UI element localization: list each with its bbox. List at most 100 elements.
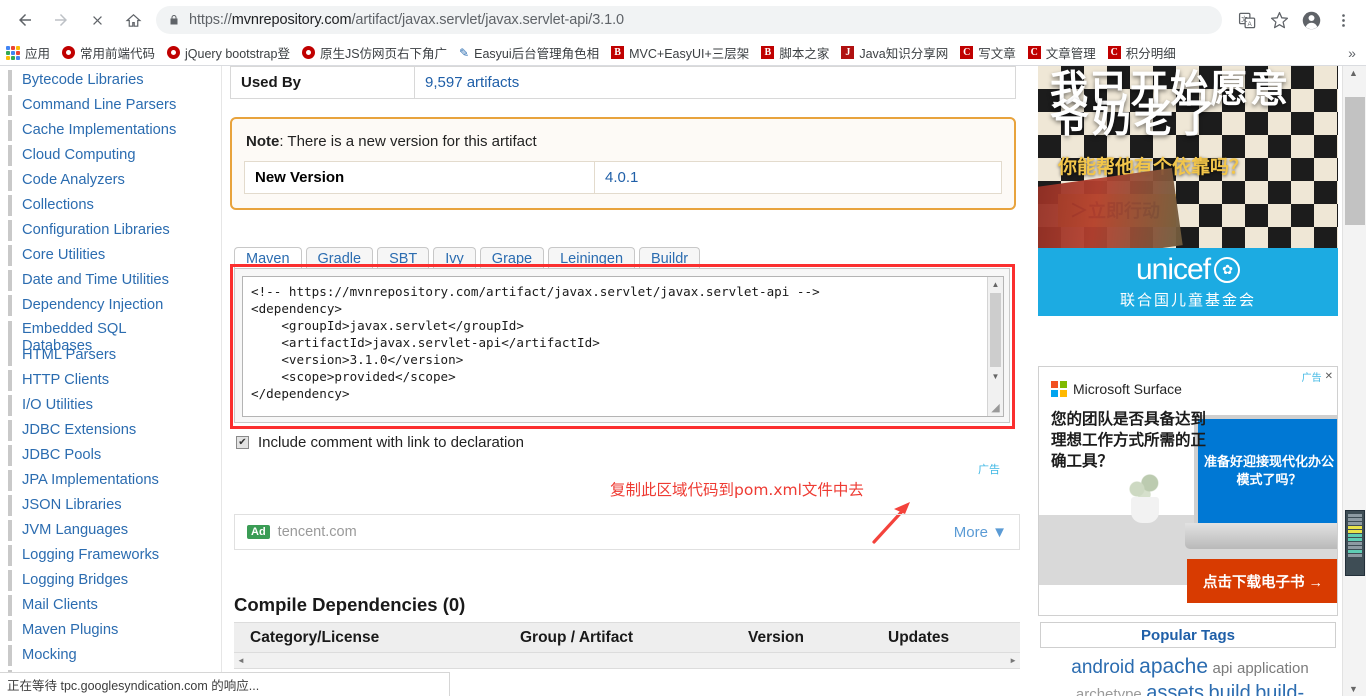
tag-android[interactable]: android: [1071, 657, 1134, 678]
bookmark-jquery-bootstrap[interactable]: jQuery bootstrap登: [161, 42, 296, 64]
back-button[interactable]: [10, 5, 40, 35]
tag-build-dash[interactable]: build-: [1255, 682, 1304, 696]
tag-assets[interactable]: assets: [1146, 682, 1204, 696]
tag-api[interactable]: api: [1213, 660, 1233, 677]
sidebar-item-label[interactable]: Core Utilities: [22, 247, 105, 264]
dependency-code-text[interactable]: <!-- https://mvnrepository.com/artifact/…: [243, 277, 1003, 408]
sidebar-item-maven-plugins[interactable]: Maven Plugins: [0, 618, 221, 643]
sidebar-item-jvm-languages[interactable]: JVM Languages: [0, 518, 221, 543]
sidebar-item-label[interactable]: Dependency Injection: [22, 297, 163, 314]
stop-button[interactable]: [82, 5, 112, 35]
sidebar-item-label[interactable]: Cache Implementations: [22, 122, 176, 139]
bookmarks-overflow-button[interactable]: »: [1342, 43, 1362, 63]
sidebar-item-command-line-parsers[interactable]: Command Line Parsers: [0, 93, 221, 118]
scroll-up-arrow-icon[interactable]: ▲: [1349, 68, 1358, 78]
sidebar-item-label[interactable]: I/O Utilities: [22, 397, 93, 414]
tag-application[interactable]: application: [1237, 660, 1309, 677]
google-ad-strip[interactable]: Ad tencent.com More ▼: [234, 514, 1020, 550]
sidebar-item-label[interactable]: Mail Clients: [22, 597, 98, 614]
bookmark-easyui[interactable]: ✎ Easyui后台管理角色相: [453, 42, 605, 64]
sidebar-item-embedded-sql-databases[interactable]: Embedded SQL Databases: [0, 318, 221, 354]
sidebar-item-html-parsers[interactable]: HTML Parsers: [0, 343, 221, 368]
sidebar-item-mocking[interactable]: Mocking: [0, 643, 221, 668]
scroll-down-arrow-icon[interactable]: ▼: [988, 369, 1003, 384]
bookmark-star-icon[interactable]: [1264, 5, 1294, 35]
include-comment-checkbox[interactable]: ✔: [236, 436, 249, 449]
translate-icon[interactable]: 文A: [1232, 5, 1262, 35]
sidebar-item-cloud-computing[interactable]: Cloud Computing: [0, 143, 221, 168]
hscroll-right-arrow-icon[interactable]: ►: [1009, 656, 1017, 665]
unicef-cta-button[interactable]: ＞立即行动: [1058, 194, 1176, 227]
profile-avatar[interactable]: [1296, 5, 1326, 35]
sidebar-item-jpa-implementations[interactable]: JPA Implementations: [0, 468, 221, 493]
bookmark-native-js[interactable]: 原生JS仿网页右下角广: [296, 42, 453, 64]
sidebar-item-logging-bridges[interactable]: Logging Bridges: [0, 568, 221, 593]
sidebar-item-label[interactable]: Maven Plugins: [22, 622, 118, 639]
resize-grip-icon[interactable]: ◢: [989, 402, 1002, 415]
microsoft-surface-ad[interactable]: 广告 ✕ Microsoft Surface 您的团队是否具备达到理想工作方式所…: [1038, 366, 1338, 616]
category-sidebar[interactable]: Bytecode Libraries Command Line Parsers …: [0, 66, 222, 696]
sidebar-item-label[interactable]: Logging Frameworks: [22, 547, 159, 564]
sidebar-item-configuration-libraries[interactable]: Configuration Libraries: [0, 218, 221, 243]
used-by-link[interactable]: 9,597 artifacts: [425, 74, 519, 91]
sidebar-item-date-and-time-utilities[interactable]: Date and Time Utilities: [0, 268, 221, 293]
sidebar-item-jdbc-pools[interactable]: JDBC Pools: [0, 443, 221, 468]
scroll-down-arrow-icon[interactable]: ▼: [1349, 684, 1358, 694]
sidebar-item-code-analyzers[interactable]: Code Analyzers: [0, 168, 221, 193]
include-comment-row[interactable]: ✔ Include comment with link to declarati…: [236, 434, 524, 451]
bookmark-frontend-code[interactable]: 常用前端代码: [56, 42, 161, 64]
sidebar-item-core-utilities[interactable]: Core Utilities: [0, 243, 221, 268]
new-version-link[interactable]: 4.0.1: [605, 169, 638, 186]
microsoft-cta-button[interactable]: 点击下载电子书 →: [1187, 559, 1337, 603]
sidebar-item-label[interactable]: JSON Libraries: [22, 497, 122, 514]
address-bar[interactable]: https://mvnrepository.com/artifact/javax…: [156, 6, 1222, 34]
bookmark-article-manage[interactable]: C 文章管理: [1022, 42, 1102, 64]
tag-apache[interactable]: apache: [1139, 655, 1208, 678]
sidebar-item-label[interactable]: Configuration Libraries: [22, 222, 170, 239]
sidebar-item-logging-frameworks[interactable]: Logging Frameworks: [0, 543, 221, 568]
scroll-up-arrow-icon[interactable]: ▲: [988, 277, 1003, 292]
sidebar-item-label[interactable]: HTML Parsers: [22, 347, 116, 364]
browser-menu-icon[interactable]: [1328, 5, 1358, 35]
sidebar-item-json-libraries[interactable]: JSON Libraries: [0, 493, 221, 518]
sidebar-item-label[interactable]: Logging Bridges: [22, 572, 128, 589]
sidebar-item-bytecode-libraries[interactable]: Bytecode Libraries: [0, 68, 221, 93]
page-scrollbar-thumb[interactable]: [1345, 97, 1365, 225]
sidebar-item-http-clients[interactable]: HTTP Clients: [0, 368, 221, 393]
sidebar-item-label[interactable]: Bytecode Libraries: [22, 72, 144, 89]
bookmark-apps[interactable]: 应用: [0, 42, 56, 64]
bookmark-jb51[interactable]: B 脚本之家: [755, 42, 835, 64]
ad-more-button[interactable]: More ▼: [954, 524, 1007, 541]
close-icon[interactable]: ✕: [1325, 371, 1333, 382]
unicef-ad-banner[interactable]: 我已开始愿意 爷奶老了 你能帮他有个依靠吗？ ＞立即行动 unicef ✿ 联合…: [1038, 66, 1338, 316]
sidebar-item-label[interactable]: JDBC Extensions: [22, 422, 136, 439]
sidebar-item-label[interactable]: Date and Time Utilities: [22, 272, 169, 289]
sidebar-item-label[interactable]: JVM Languages: [22, 522, 128, 539]
bookmark-points-detail[interactable]: C 积分明细: [1102, 42, 1182, 64]
sidebar-item-dependency-injection[interactable]: Dependency Injection: [0, 293, 221, 318]
hscroll-left-arrow-icon[interactable]: ◄: [237, 656, 245, 665]
sidebar-item-jdbc-extensions[interactable]: JDBC Extensions: [0, 418, 221, 443]
sidebar-item-label[interactable]: JPA Implementations: [22, 472, 159, 489]
scrollbar-thumb[interactable]: [990, 293, 1001, 367]
bookmark-mvc-easyui[interactable]: B MVC+EasyUI+三层架: [605, 42, 755, 64]
sidebar-item-collections[interactable]: Collections: [0, 193, 221, 218]
sidebar-item-label[interactable]: JDBC Pools: [22, 447, 101, 464]
sidebar-item-label[interactable]: Code Analyzers: [22, 172, 125, 189]
bookmark-java-share[interactable]: J Java知识分享网: [835, 42, 954, 64]
page-vertical-scrollbar[interactable]: ▲ ▼: [1342, 66, 1366, 696]
sidebar-item-label[interactable]: HTTP Clients: [22, 372, 109, 389]
sidebar-item-cache-implementations[interactable]: Cache Implementations: [0, 118, 221, 143]
sidebar-item-label[interactable]: Collections: [22, 197, 94, 214]
sidebar-item-label[interactable]: Cloud Computing: [22, 147, 135, 164]
dependency-code-textarea[interactable]: <!-- https://mvnrepository.com/artifact/…: [242, 276, 1004, 417]
home-button[interactable]: [118, 5, 148, 35]
sidebar-item-io-utilities[interactable]: I/O Utilities: [0, 393, 221, 418]
sidebar-item-mail-clients[interactable]: Mail Clients: [0, 593, 221, 618]
forward-button[interactable]: [46, 5, 76, 35]
tag-archetype[interactable]: archetype: [1076, 686, 1142, 696]
sidebar-item-label[interactable]: Command Line Parsers: [22, 97, 176, 114]
bookmark-write-article[interactable]: C 写文章: [954, 42, 1022, 64]
tag-build[interactable]: build: [1208, 682, 1250, 696]
sidebar-item-label[interactable]: Mocking: [22, 647, 77, 664]
